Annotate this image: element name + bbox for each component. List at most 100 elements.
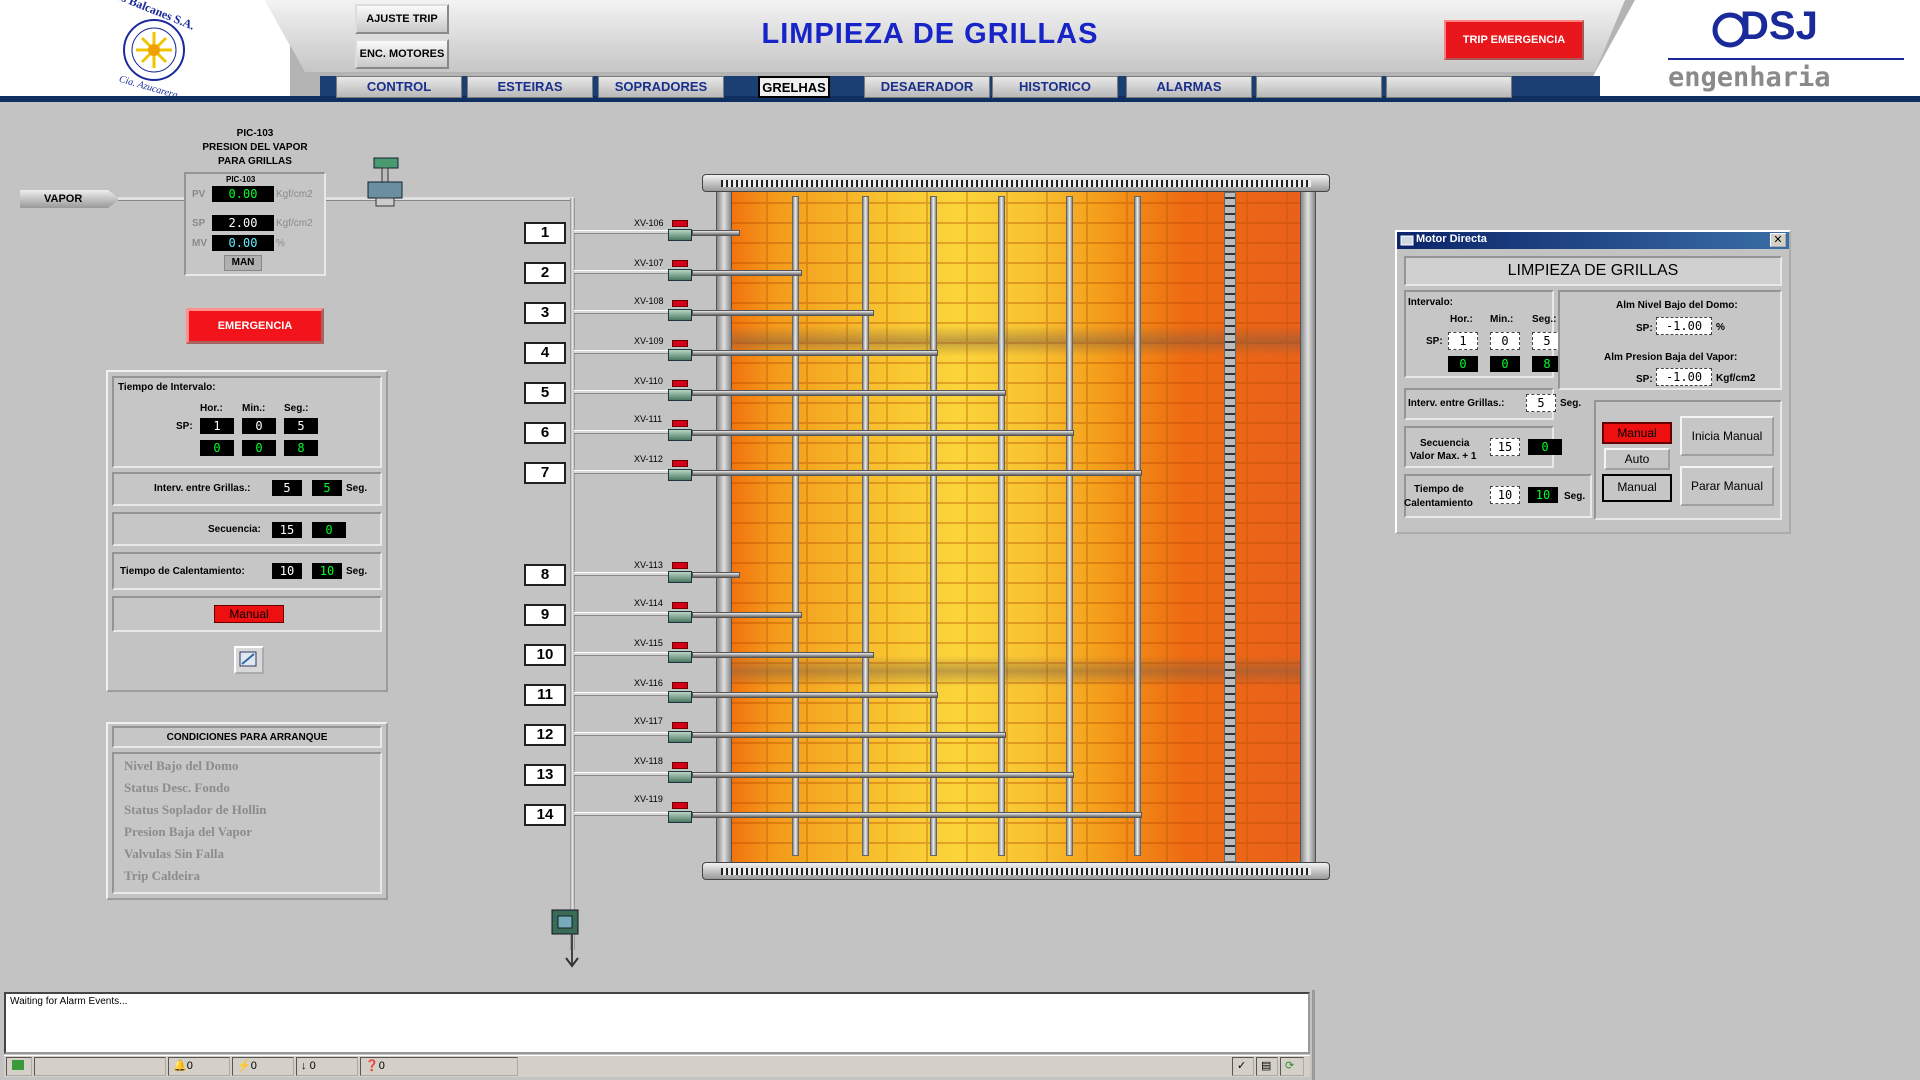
interval-sp-seg[interactable]: 5 xyxy=(284,418,318,434)
top-drum xyxy=(702,174,1330,192)
bell-count: 0 xyxy=(186,1060,193,1072)
lance xyxy=(692,772,1074,778)
close-icon[interactable]: ✕ xyxy=(1770,233,1786,247)
solenoid-valve-icon[interactable] xyxy=(668,300,692,322)
logo-right-sub: engenharia xyxy=(1668,62,1831,93)
edit-settings-button[interactable] xyxy=(234,646,264,674)
alarm-summary[interactable] xyxy=(4,992,1310,1054)
grilla-number: 9 xyxy=(524,604,566,626)
motor-interv-label: Interv. entre Grillas.: xyxy=(1408,398,1505,409)
status-cell-empty xyxy=(34,1057,166,1076)
ajuste-trip-button[interactable]: AJUSTE TRIP xyxy=(355,4,449,34)
solenoid-valve-icon[interactable] xyxy=(668,420,692,442)
sp-unit: Kgf/cm2 xyxy=(276,218,313,229)
pv-label: PV xyxy=(192,189,206,200)
help-icon: ❓ xyxy=(365,1060,379,1072)
interval-min-label: Min.: xyxy=(242,403,266,414)
solenoid-valve-icon[interactable] xyxy=(668,762,692,784)
solenoid-valve-icon[interactable] xyxy=(668,802,692,824)
motor-intervalo-label: Intervalo: xyxy=(1408,297,1454,308)
interval-title: Tiempo de Intervalo: xyxy=(118,382,216,393)
lance xyxy=(692,812,1142,818)
manual-button[interactable]: Manual xyxy=(1602,474,1672,502)
calentamiento-sp[interactable]: 10 xyxy=(272,563,302,579)
interv-grillas-sp[interactable]: 5 xyxy=(272,480,302,496)
logo-right-brand: DSJ xyxy=(1740,4,1818,48)
motor-sec-sp[interactable]: 15 xyxy=(1490,438,1520,456)
tab-alarmas[interactable]: ALARMAS xyxy=(1126,76,1252,98)
drain-valve-icon[interactable] xyxy=(548,906,584,970)
solenoid-valve-icon[interactable] xyxy=(668,460,692,482)
lance xyxy=(692,390,1006,396)
grilla-number: 7 xyxy=(524,462,566,484)
water-tube xyxy=(998,196,1005,856)
parar-manual-button[interactable]: Parar Manual xyxy=(1680,466,1774,506)
solenoid-valve-icon[interactable] xyxy=(668,562,692,584)
mv-value: 0.00 xyxy=(212,235,274,251)
grilla-number: 3 xyxy=(524,302,566,324)
solenoid-valve-icon[interactable] xyxy=(668,642,692,664)
sp-value[interactable]: 2.00 xyxy=(212,215,274,231)
auto-button[interactable]: Auto xyxy=(1604,448,1670,470)
motor-sp-min[interactable]: 0 xyxy=(1490,332,1520,350)
mode-indicator-manual[interactable]: Manual xyxy=(214,605,284,623)
tab-grelhas[interactable]: GRELHAS xyxy=(758,76,830,98)
motor-sp-hor[interactable]: 1 xyxy=(1448,332,1478,350)
refresh-button[interactable]: ⟳ xyxy=(1280,1057,1304,1076)
calentamiento-label: Tiempo de Calentamiento: xyxy=(120,566,245,577)
secuencia-sp[interactable]: 15 xyxy=(272,522,302,538)
mv-label: MV xyxy=(192,238,207,249)
ack-all-button[interactable]: ✓ xyxy=(1232,1057,1254,1076)
valve-tag: XV-112 xyxy=(634,454,663,464)
pencil-icon xyxy=(239,651,257,667)
solenoid-valve-icon[interactable] xyxy=(668,722,692,744)
solenoid-valve-icon[interactable] xyxy=(668,380,692,402)
interval-pv-min: 0 xyxy=(242,440,276,456)
pic-mode-indicator[interactable]: MAN xyxy=(224,255,262,271)
motor-calent-sp[interactable]: 10 xyxy=(1490,486,1520,504)
alarm-message: Waiting for Alarm Events... xyxy=(10,996,128,1007)
solenoid-valve-icon[interactable] xyxy=(668,220,692,242)
solenoid-valve-icon[interactable] xyxy=(668,340,692,362)
enc-motores-button[interactable]: ENC. MOTORES xyxy=(355,39,449,69)
alm-presion-sp[interactable]: -1.00 xyxy=(1656,368,1712,386)
left-wall xyxy=(716,186,732,866)
grilla-number: 5 xyxy=(524,382,566,404)
calentamiento-unit: Seg. xyxy=(346,566,368,577)
condition-trip-caldeira: Trip Caldeira xyxy=(124,868,200,883)
lance xyxy=(692,470,1142,476)
tab-esteiras[interactable]: ESTEIRAS xyxy=(467,76,593,98)
motor-sp-label: SP: xyxy=(1426,336,1443,347)
lance xyxy=(692,732,1006,738)
properties-button[interactable]: ▤ xyxy=(1256,1057,1278,1076)
tab-sopradores[interactable]: SOPRADORES xyxy=(598,76,724,98)
lance xyxy=(692,652,874,658)
valve-tag: XV-119 xyxy=(634,794,663,804)
interval-sp-label: SP: xyxy=(176,421,193,432)
tab-historico[interactable]: HISTORICO xyxy=(992,76,1118,98)
tab-empty-1[interactable] xyxy=(1256,76,1382,98)
motor-interv-sp[interactable]: 5 xyxy=(1526,394,1556,412)
trip-emergencia-button[interactable]: TRIP EMERGENCIA xyxy=(1444,20,1584,60)
inicia-manual-button[interactable]: Inicia Manual xyxy=(1680,416,1774,456)
water-tube xyxy=(1134,196,1141,856)
tab-desaerador[interactable]: DESAERADOR xyxy=(864,76,990,98)
interval-sp-hor[interactable]: 1 xyxy=(200,418,234,434)
emergencia-button[interactable]: EMERGENCIA xyxy=(186,308,324,344)
tab-empty-2[interactable] xyxy=(1386,76,1512,98)
secuencia-pv: 0 xyxy=(312,522,346,538)
company-logo-left: Los Balcanes S.A. Cia. Azucarera xyxy=(0,0,290,100)
solenoid-valve-icon[interactable] xyxy=(668,682,692,704)
lance xyxy=(692,270,802,276)
motor-interv-unit: Seg. xyxy=(1560,398,1582,409)
solenoid-valve-icon[interactable] xyxy=(668,602,692,624)
control-valve-icon[interactable] xyxy=(366,156,408,208)
status-flag-icon[interactable] xyxy=(6,1057,32,1076)
interval-sp-min[interactable]: 0 xyxy=(242,418,276,434)
page-title: LIMPIEZA DE GRILLAS xyxy=(761,18,1099,50)
tab-control[interactable]: CONTROL xyxy=(336,76,462,98)
motor-calent-label-2: Calentamiento xyxy=(1404,498,1473,509)
secuencia-label: Secuencia: xyxy=(208,524,261,535)
solenoid-valve-icon[interactable] xyxy=(668,260,692,282)
alm-nivel-sp[interactable]: -1.00 xyxy=(1656,317,1712,335)
